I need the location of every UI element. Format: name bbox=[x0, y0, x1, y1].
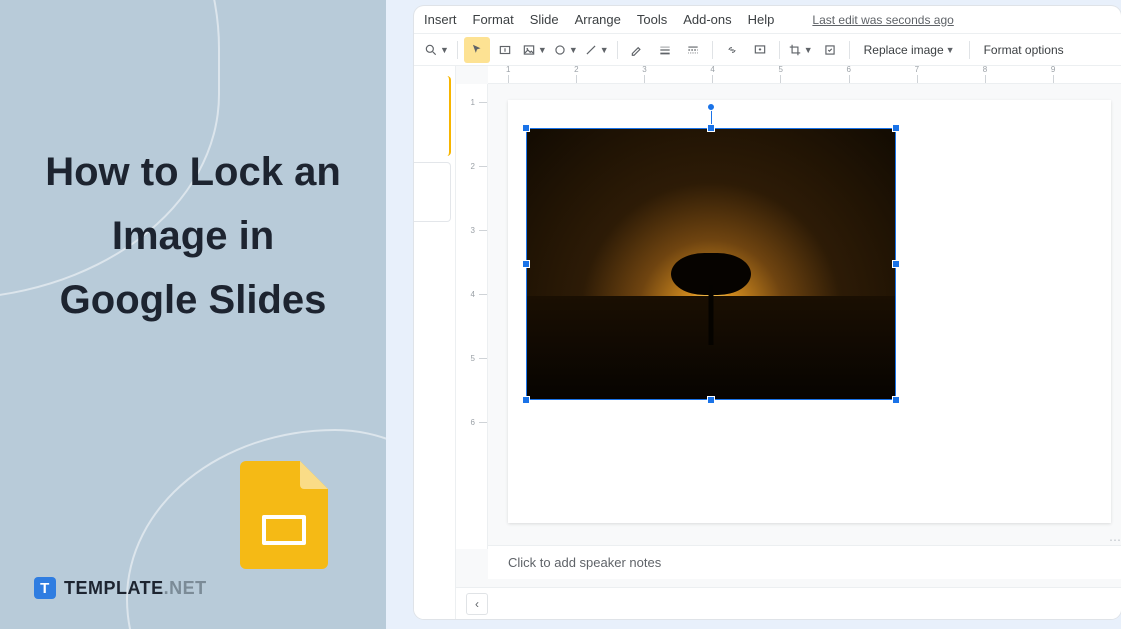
border-dash-tool[interactable] bbox=[680, 37, 706, 63]
resize-handle[interactable] bbox=[707, 396, 715, 404]
lines-dash-icon bbox=[686, 43, 700, 57]
screenshot-panel: Insert Format Slide Arrange Tools Add-on… bbox=[386, 0, 1121, 629]
menu-slide[interactable]: Slide bbox=[530, 12, 559, 27]
toolbar: ▼ ▼ ▼ ▼ bbox=[414, 34, 1121, 66]
line-icon bbox=[584, 43, 598, 57]
zoom-button[interactable]: ▼ bbox=[422, 37, 451, 63]
slide-thumbnail[interactable] bbox=[414, 76, 451, 156]
selected-image[interactable] bbox=[526, 128, 896, 400]
shape-tool[interactable]: ▼ bbox=[551, 37, 580, 63]
reset-image-icon bbox=[823, 43, 837, 57]
zoom-icon bbox=[424, 43, 438, 57]
google-slides-window: Insert Format Slide Arrange Tools Add-on… bbox=[414, 6, 1121, 619]
toolbar-separator bbox=[457, 41, 458, 59]
resize-handle[interactable] bbox=[522, 260, 530, 268]
menu-addons[interactable]: Add-ons bbox=[683, 12, 731, 27]
select-tool[interactable] bbox=[464, 37, 490, 63]
slide-thumbnail[interactable] bbox=[414, 162, 451, 222]
mask-tool[interactable] bbox=[817, 37, 843, 63]
image-tool[interactable]: ▼ bbox=[520, 37, 549, 63]
crop-icon bbox=[788, 43, 802, 57]
bottom-bar: ‹ bbox=[456, 587, 1121, 619]
format-options-button[interactable]: Format options bbox=[976, 43, 1072, 57]
cursor-icon bbox=[470, 43, 484, 57]
pen-icon bbox=[630, 43, 644, 57]
notes-drag-handle[interactable]: ⋯⋯ bbox=[789, 535, 1121, 545]
brand-icon: T bbox=[34, 577, 56, 599]
replace-image-button[interactable]: Replace image▼ bbox=[856, 43, 963, 57]
page-title: How to Lock an Image in Google Slides bbox=[40, 140, 346, 332]
line-tool[interactable]: ▼ bbox=[582, 37, 611, 63]
menu-help[interactable]: Help bbox=[748, 12, 775, 27]
resize-handle[interactable] bbox=[522, 124, 530, 132]
insert-link-tool[interactable] bbox=[719, 37, 745, 63]
google-slides-logo bbox=[240, 461, 328, 569]
link-icon bbox=[725, 43, 739, 57]
resize-handle[interactable] bbox=[892, 396, 900, 404]
speaker-notes-input[interactable]: Click to add speaker notes bbox=[488, 545, 1121, 579]
toolbar-separator bbox=[779, 41, 780, 59]
menu-arrange[interactable]: Arrange bbox=[575, 12, 621, 27]
toolbar-separator bbox=[969, 41, 970, 59]
collapse-filmstrip-button[interactable]: ‹ bbox=[466, 593, 488, 615]
last-edit-link[interactable]: Last edit was seconds ago bbox=[812, 13, 953, 27]
resize-handle[interactable] bbox=[892, 124, 900, 132]
menubar: Insert Format Slide Arrange Tools Add-on… bbox=[414, 6, 1121, 34]
brand-text: TEMPLATE.NET bbox=[64, 578, 207, 599]
resize-handle[interactable] bbox=[522, 396, 530, 404]
slide-thumbnail-strip bbox=[414, 66, 456, 619]
textbox-icon bbox=[498, 43, 512, 57]
insert-comment-tool[interactable] bbox=[747, 37, 773, 63]
slide-canvas[interactable] bbox=[508, 100, 1111, 523]
resize-handle[interactable] bbox=[707, 124, 715, 132]
brand-logo: T TEMPLATE.NET bbox=[34, 577, 207, 599]
resize-handle[interactable] bbox=[892, 260, 900, 268]
rotate-connector bbox=[711, 109, 712, 125]
vertical-ruler: 1 2 3 4 5 6 bbox=[456, 84, 488, 549]
lines-weight-icon bbox=[658, 43, 672, 57]
left-info-panel: How to Lock an Image in Google Slides T … bbox=[0, 0, 386, 629]
border-weight-tool[interactable] bbox=[652, 37, 678, 63]
rotate-handle[interactable] bbox=[707, 103, 715, 111]
sunset-tree-image bbox=[527, 129, 895, 399]
menu-format[interactable]: Format bbox=[473, 12, 514, 27]
shape-icon bbox=[553, 43, 567, 57]
toolbar-separator bbox=[849, 41, 850, 59]
textbox-tool[interactable] bbox=[492, 37, 518, 63]
toolbar-separator bbox=[712, 41, 713, 59]
comment-icon bbox=[753, 43, 767, 57]
crop-tool[interactable]: ▼ bbox=[786, 37, 815, 63]
workspace: 1 2 3 4 5 6 7 8 9 1 2 3 4 5 6 bbox=[414, 66, 1121, 619]
toolbar-separator bbox=[617, 41, 618, 59]
menu-insert[interactable]: Insert bbox=[424, 12, 457, 27]
border-color-tool[interactable] bbox=[624, 37, 650, 63]
horizontal-ruler: 1 2 3 4 5 6 7 8 9 bbox=[488, 66, 1121, 84]
menu-tools[interactable]: Tools bbox=[637, 12, 667, 27]
image-icon bbox=[522, 43, 536, 57]
editor-area: 1 2 3 4 5 6 7 8 9 1 2 3 4 5 6 bbox=[456, 66, 1121, 619]
